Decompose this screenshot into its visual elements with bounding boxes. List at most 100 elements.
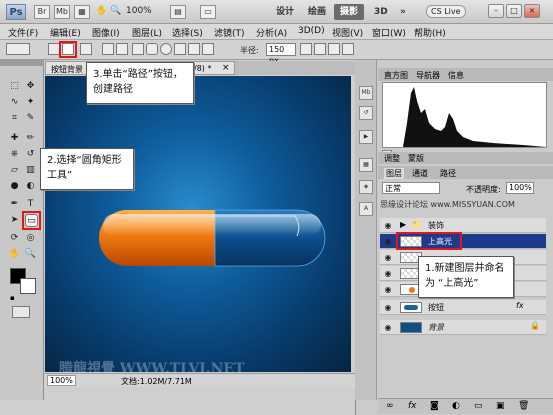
- combine-add-icon[interactable]: [300, 43, 312, 55]
- combine-subtract-icon[interactable]: [314, 43, 326, 55]
- visibility-eye-icon[interactable]: ◉: [382, 220, 394, 232]
- layer-row-background[interactable]: 背景 🔒: [380, 320, 546, 335]
- type-tool-icon[interactable]: T: [24, 198, 37, 211]
- history-panel-icon[interactable]: ↺: [359, 106, 373, 120]
- document-close-icon[interactable]: ×: [222, 63, 230, 73]
- menu-select[interactable]: 选择(S): [172, 26, 203, 39]
- radius-input[interactable]: 150 px: [266, 43, 296, 65]
- minibridge-panel-icon[interactable]: Mb: [359, 86, 373, 100]
- workspace-photography[interactable]: 摄影: [334, 4, 365, 20]
- background-color-swatch[interactable]: [20, 278, 36, 294]
- fill-pixels-icon[interactable]: [80, 43, 92, 55]
- add-style-icon[interactable]: fx: [408, 401, 417, 411]
- pen-icon[interactable]: [102, 43, 114, 55]
- menu-layer[interactable]: 图层(L): [132, 26, 162, 39]
- minibridge-icon[interactable]: Mb: [54, 5, 70, 19]
- marquee-tool-icon[interactable]: ⬚: [8, 80, 21, 93]
- custom-shape-icon[interactable]: [202, 43, 214, 55]
- tab-channels[interactable]: 通道: [412, 168, 428, 179]
- character-panel-icon[interactable]: A: [359, 202, 373, 216]
- status-zoom[interactable]: 100%: [47, 375, 76, 386]
- line-icon[interactable]: [188, 43, 200, 55]
- visibility-eye-icon[interactable]: ◉: [382, 284, 394, 296]
- cs-live-button[interactable]: CS Live: [426, 5, 466, 18]
- path-selection-icon[interactable]: ➤: [8, 214, 21, 227]
- new-group-icon[interactable]: ▭: [474, 401, 483, 411]
- swatches-panel-icon[interactable]: ▦: [359, 158, 373, 172]
- brush-tool-icon[interactable]: ✏: [24, 132, 37, 145]
- styles-panel-icon[interactable]: ◈: [359, 180, 373, 194]
- tab-paths[interactable]: 路径: [440, 168, 456, 179]
- minimize-icon[interactable]: –: [488, 4, 504, 18]
- menu-analysis[interactable]: 分析(A): [256, 26, 287, 39]
- maximize-icon[interactable]: □: [506, 4, 522, 18]
- zoom-tool-icon[interactable]: 🔍: [24, 248, 37, 261]
- move-tool-icon[interactable]: ✥: [24, 80, 37, 93]
- link-layers-icon[interactable]: ∞: [386, 401, 394, 411]
- 3d-rotate-icon[interactable]: ⟳: [8, 232, 21, 245]
- actions-panel-icon[interactable]: ▶: [359, 130, 373, 144]
- gradient-icon[interactable]: ▥: [24, 164, 37, 177]
- tab-layers[interactable]: 图层: [384, 168, 404, 179]
- document-canvas[interactable]: 腾龍視覺 WWW.TLVI.NET: [45, 76, 351, 372]
- eraser-icon[interactable]: ▱: [8, 164, 21, 177]
- history-brush-icon[interactable]: ↺: [24, 148, 37, 161]
- combine-intersect-icon[interactable]: [328, 43, 340, 55]
- dodge-tool-icon[interactable]: ◐: [24, 180, 37, 193]
- workspace-3d[interactable]: 3D: [368, 4, 394, 20]
- quick-mask-icon[interactable]: [12, 306, 30, 318]
- tab-masks[interactable]: 蒙版: [408, 153, 424, 164]
- opacity-input[interactable]: 100%: [506, 182, 534, 194]
- menu-view[interactable]: 视图(V): [332, 26, 363, 39]
- zoom-level-select[interactable]: 100%: [126, 6, 152, 16]
- menu-help[interactable]: 帮助(H): [414, 26, 446, 39]
- tab-navigator[interactable]: 导航器: [416, 70, 440, 81]
- polygon-icon[interactable]: [174, 43, 186, 55]
- magic-wand-icon[interactable]: ✦: [24, 96, 37, 109]
- tab-histogram[interactable]: 直方图: [384, 70, 408, 81]
- zoom-hand-icon[interactable]: ✋ 🔍: [96, 6, 121, 16]
- healing-brush-icon[interactable]: ✚: [8, 132, 21, 145]
- screen-mode-icon[interactable]: ▭: [200, 5, 216, 19]
- adjustment-layer-icon[interactable]: ◐: [452, 401, 460, 411]
- bridge-icon[interactable]: Br: [34, 5, 50, 19]
- visibility-eye-icon[interactable]: ◉: [382, 322, 394, 334]
- menu-filter[interactable]: 滤镜(T): [214, 26, 245, 39]
- new-layer-icon[interactable]: ▣: [496, 401, 505, 411]
- more-workspaces[interactable]: »: [394, 4, 412, 20]
- 3d-orbit-icon[interactable]: ◎: [24, 232, 37, 245]
- group-expand-icon[interactable]: ▶: [400, 220, 406, 229]
- menu-3d[interactable]: 3D(D): [298, 26, 325, 36]
- menu-file[interactable]: 文件(F): [8, 26, 38, 39]
- arrange-documents-icon[interactable]: ▤: [170, 5, 186, 19]
- pen-tool-icon[interactable]: ✒: [8, 198, 21, 211]
- ellipse-icon[interactable]: [160, 43, 172, 55]
- default-colors-icon[interactable]: ▪: [10, 294, 18, 302]
- lasso-tool-icon[interactable]: ∿: [8, 96, 21, 109]
- layer-row-decoration-group[interactable]: ▶ 📁 装饰: [380, 218, 546, 233]
- tool-preset-picker[interactable]: [6, 43, 30, 55]
- visibility-eye-icon[interactable]: ◉: [382, 252, 394, 264]
- add-mask-icon[interactable]: ◙: [430, 401, 439, 411]
- rectangle-icon[interactable]: [132, 43, 144, 55]
- tab-info[interactable]: 信息: [448, 70, 464, 81]
- menu-edit[interactable]: 编辑(E): [50, 26, 81, 39]
- layer-row-button[interactable]: 按钮 fx: [380, 300, 546, 315]
- freeform-pen-icon[interactable]: [116, 43, 128, 55]
- menu-window[interactable]: 窗口(W): [372, 26, 406, 39]
- rounded-rectangle-icon[interactable]: [146, 43, 158, 55]
- blend-mode-select[interactable]: 正常: [382, 182, 440, 194]
- visibility-eye-icon[interactable]: ◉: [382, 268, 394, 280]
- workspace-painting[interactable]: 绘画: [302, 4, 332, 20]
- blur-tool-icon[interactable]: ●: [8, 180, 21, 193]
- tab-adjustments[interactable]: 调整: [384, 153, 400, 164]
- combine-exclude-icon[interactable]: [342, 43, 354, 55]
- layer-fx-icon[interactable]: fx: [516, 301, 524, 310]
- workspace-design[interactable]: 设计: [270, 4, 300, 20]
- view-extras-icon[interactable]: ▦: [74, 5, 90, 19]
- menu-image[interactable]: 图像(I): [92, 26, 120, 39]
- clone-stamp-icon[interactable]: ⎈: [8, 148, 21, 161]
- close-icon[interactable]: ×: [524, 4, 540, 18]
- hand-tool-icon[interactable]: ✋: [8, 248, 21, 261]
- eyedropper-icon[interactable]: ✎: [24, 112, 37, 125]
